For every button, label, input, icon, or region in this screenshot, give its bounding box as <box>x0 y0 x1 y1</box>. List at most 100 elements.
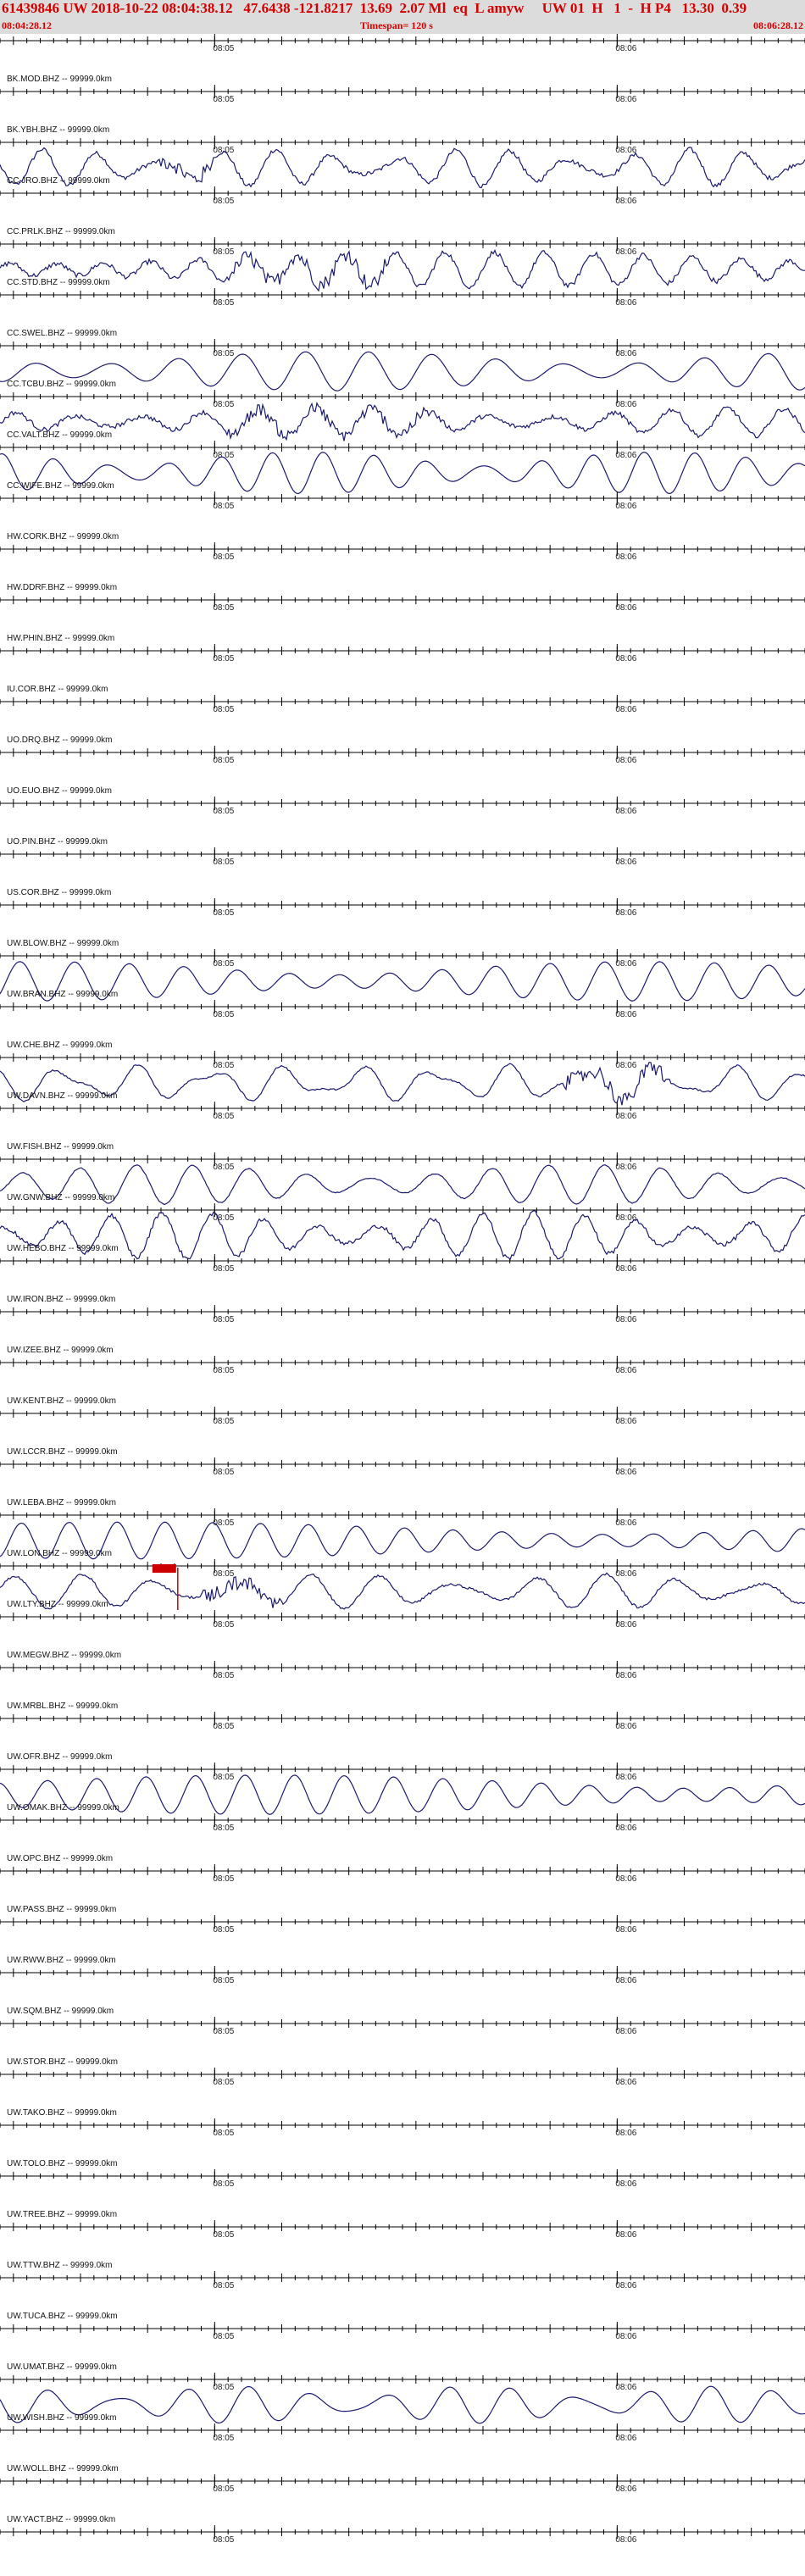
time-tick-label: 08:05 <box>213 1061 234 1070</box>
station-label: UO.DRQ.BHZ -- 99999.0km <box>7 736 112 745</box>
time-tick-label: 08:05 <box>213 502 234 511</box>
time-tick-label: 08:05 <box>213 807 234 816</box>
station-label: UW.HEBO.BHZ -- 99999.0km <box>7 1244 119 1253</box>
station-label: HW.CORK.BHZ -- 99999.0km <box>7 532 119 541</box>
time-tick-label: 08:06 <box>615 451 636 460</box>
station-label: UW.TREE.BHZ -- 99999.0km <box>7 2210 117 2219</box>
station-label: UW.OPC.BHZ -- 99999.0km <box>7 1854 113 1863</box>
waveform-trace <box>0 1521 805 1560</box>
station-label: UW.IZEE.BHZ -- 99999.0km <box>7 1346 114 1355</box>
time-tick-label: 08:06 <box>615 1925 636 1935</box>
time-tick-label: 08:05 <box>213 1874 234 1884</box>
time-tick-label: 08:06 <box>615 2129 636 2138</box>
time-tick-label: 08:05 <box>213 654 234 663</box>
station-label: UW.KENT.BHZ -- 99999.0km <box>7 1396 116 1406</box>
waveform-trace <box>0 1774 805 1815</box>
time-tick-label: 08:06 <box>615 2027 636 2036</box>
station-label: CC.VALT.BHZ -- 99999.0km <box>7 430 112 440</box>
time-tick-label: 08:06 <box>615 654 636 663</box>
time-tick-label: 08:05 <box>213 1163 234 1172</box>
waveform-trace <box>0 1164 805 1206</box>
waveform-trace <box>0 401 805 441</box>
station-label: BK.YBH.BHZ -- 99999.0km <box>7 125 109 135</box>
station-label: UW.WISH.BHZ -- 99999.0km <box>7 2413 116 2423</box>
station-label: UW.TTW.BHZ -- 99999.0km <box>7 2261 112 2270</box>
time-tick-label: 08:05 <box>213 1722 234 1731</box>
station-label: UW.DAVN.BHZ -- 99999.0km <box>7 1091 117 1101</box>
waveform-trace <box>0 2385 805 2424</box>
time-tick-label: 08:06 <box>615 2535 636 2545</box>
time-tick-label: 08:06 <box>615 705 636 714</box>
station-label: UW.OMAK.BHZ -- 99999.0km <box>7 1803 119 1813</box>
station-label: CC.STD.BHZ -- 99999.0km <box>7 278 110 287</box>
station-label: UW.TOLO.BHZ -- 99999.0km <box>7 2159 117 2168</box>
station-label: US.COR.BHZ -- 99999.0km <box>7 888 111 897</box>
time-tick-label: 08:06 <box>615 908 636 918</box>
time-tick-label: 08:06 <box>615 1163 636 1172</box>
time-tick-label: 08:06 <box>615 1264 636 1274</box>
station-label: UW.WOLL.BHZ -- 99999.0km <box>7 2464 119 2473</box>
time-tick-label: 08:06 <box>615 2383 636 2392</box>
waveform-trace <box>0 147 805 189</box>
time-tick-label: 08:06 <box>615 2332 636 2341</box>
time-tick-label: 08:05 <box>213 349 234 358</box>
station-label: UW.LON.BHZ -- 99999.0km <box>7 1549 112 1558</box>
station-label: UO.EUO.BHZ -- 99999.0km <box>7 786 112 796</box>
time-tick-label: 08:05 <box>213 146 234 155</box>
time-tick-label: 08:05 <box>213 1366 234 1375</box>
time-tick-label: 08:06 <box>615 1620 636 1629</box>
time-tick-label: 08:06 <box>615 1722 636 1731</box>
timespan-label: Timespan= 120 s <box>360 19 433 31</box>
time-tick-label: 08:05 <box>213 2230 234 2240</box>
time-tick-label: 08:06 <box>615 807 636 816</box>
time-tick-label: 08:05 <box>213 1620 234 1629</box>
time-tick-label: 08:05 <box>213 2332 234 2341</box>
time-tick-label: 08:05 <box>213 705 234 714</box>
time-tick-label: 08:06 <box>615 1824 636 1833</box>
time-tick-label: 08:05 <box>213 2434 234 2443</box>
station-label: CC.SWEL.BHZ -- 99999.0km <box>7 329 117 338</box>
time-tick-label: 08:06 <box>615 44 636 53</box>
time-tick-label: 08:05 <box>213 756 234 765</box>
time-tick-label: 08:06 <box>615 1213 636 1223</box>
time-tick-label: 08:05 <box>213 44 234 53</box>
time-tick-label: 08:06 <box>615 1468 636 1477</box>
time-tick-label: 08:05 <box>213 95 234 104</box>
station-label: UW.PASS.BHZ -- 99999.0km <box>7 1905 116 1914</box>
station-label: UW.LEBA.BHZ -- 99999.0km <box>7 1498 116 1507</box>
station-label: UW.TAKO.BHZ -- 99999.0km <box>7 2108 117 2118</box>
time-tick-label: 08:06 <box>615 2078 636 2087</box>
time-tick-label: 08:06 <box>615 1010 636 1019</box>
time-tick-label: 08:06 <box>615 1569 636 1579</box>
waveform-trace <box>0 961 805 1002</box>
time-tick-label: 08:05 <box>213 2129 234 2138</box>
station-label: UW.CHE.BHZ -- 99999.0km <box>7 1041 112 1050</box>
station-label: UW.BLOW.BHZ -- 99999.0km <box>7 939 119 948</box>
end-time-label: 08:06:28.12 <box>753 19 803 31</box>
time-tick-label: 08:06 <box>615 2484 636 2494</box>
time-tick-label: 08:06 <box>615 858 636 867</box>
time-tick-label: 08:06 <box>615 756 636 765</box>
time-tick-label: 08:06 <box>615 349 636 358</box>
time-tick-label: 08:05 <box>213 1417 234 1426</box>
time-tick-label: 08:06 <box>615 1874 636 1884</box>
time-tick-label: 08:05 <box>213 298 234 308</box>
station-label: UW.FISH.BHZ -- 99999.0km <box>7 1142 114 1152</box>
time-tick-label: 08:06 <box>615 1976 636 1985</box>
time-tick-label: 08:05 <box>213 908 234 918</box>
time-tick-label: 08:05 <box>213 1112 234 1121</box>
station-label: UW.YACT.BHZ -- 99999.0km <box>7 2515 115 2524</box>
station-label: UW.OFR.BHZ -- 99999.0km <box>7 1752 112 1762</box>
time-tick-label: 08:06 <box>615 552 636 562</box>
station-label: HW.PHIN.BHZ -- 99999.0km <box>7 634 114 643</box>
station-label: UW.GNW.BHZ -- 99999.0km <box>7 1193 114 1202</box>
station-label: UW.TUCA.BHZ -- 99999.0km <box>7 2312 118 2321</box>
record-header: 61439846 UW 2018-10-22 08:04:38.12 47.64… <box>0 0 805 34</box>
station-label: BK.MOD.BHZ -- 99999.0km <box>7 75 112 84</box>
time-tick-label: 08:05 <box>213 2383 234 2392</box>
station-label: UW.RWW.BHZ -- 99999.0km <box>7 1956 116 1965</box>
time-tick-label: 08:06 <box>615 2179 636 2189</box>
pick-flag <box>152 1564 176 1573</box>
station-label: CC.JRO.BHZ -- 99999.0km <box>7 176 110 186</box>
time-tick-label: 08:06 <box>615 400 636 409</box>
